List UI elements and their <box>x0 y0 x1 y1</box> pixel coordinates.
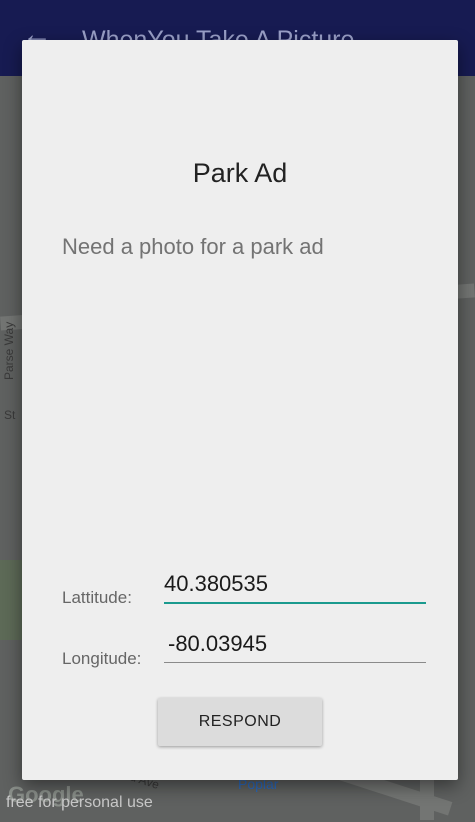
longitude-label: Longitude: <box>62 649 142 668</box>
dialog-title: Park Ad <box>192 158 288 188</box>
dialog-description: Need a photo for a park ad <box>62 234 324 259</box>
latitude-input[interactable] <box>164 566 426 604</box>
longitude-input[interactable] <box>164 626 426 663</box>
response-dialog: Park Ad Need a photo for a park ad Latti… <box>22 40 458 780</box>
respond-button[interactable]: RESPOND <box>158 698 322 746</box>
latitude-label: Lattitude: <box>62 588 132 607</box>
